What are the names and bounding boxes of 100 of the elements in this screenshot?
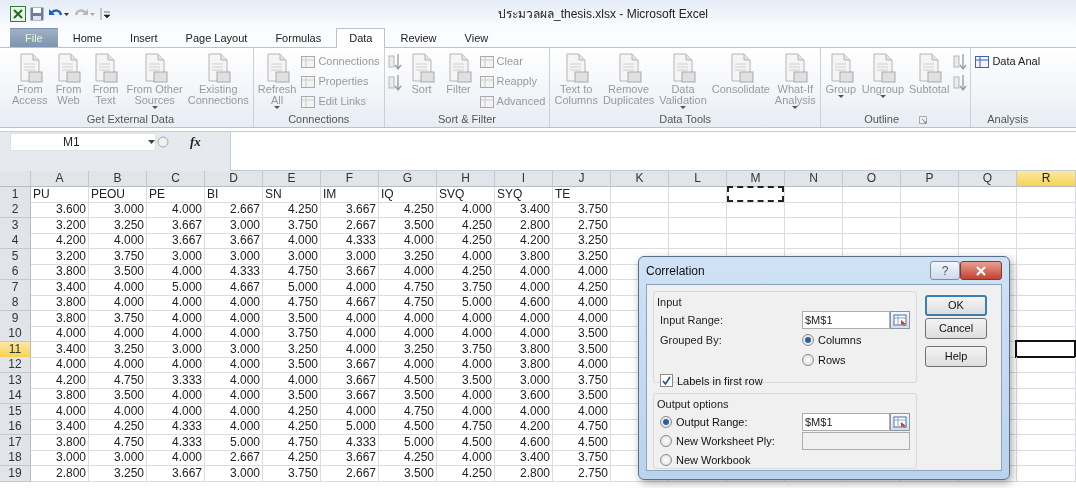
- table-cell: 4.000: [437, 450, 495, 466]
- table-cell: 2.667: [321, 465, 379, 482]
- group-label: Analysis: [987, 112, 1029, 128]
- table-cell: 5.000: [321, 419, 379, 435]
- table-cell: 4.250: [263, 419, 321, 435]
- table-cell: 4.333: [205, 264, 263, 280]
- dialog-button[interactable]: Help: [925, 346, 987, 367]
- help-button[interactable]: ?: [930, 261, 960, 280]
- column-header[interactable]: I: [495, 171, 553, 187]
- column-header[interactable]: D: [205, 171, 263, 187]
- ribbon-tab[interactable]: Data: [336, 28, 386, 48]
- table-cell: 3.667: [147, 465, 205, 482]
- row-header[interactable]: 12: [0, 357, 31, 373]
- table-cell: 4.250: [263, 202, 321, 218]
- insert-function-button[interactable]: fx: [190, 131, 201, 152]
- ribbon-tab[interactable]: Formulas: [262, 28, 335, 47]
- group-label: Sort & Filter: [437, 112, 497, 128]
- column-header[interactable]: F: [321, 171, 379, 187]
- table-cell: 3.000: [205, 217, 263, 234]
- ribbon-tab[interactable]: Home: [59, 28, 116, 47]
- table-cell: 4.000: [89, 295, 147, 311]
- table-cell: 5.000: [379, 434, 437, 451]
- row-header[interactable]: 6: [0, 264, 31, 280]
- table-cell: 3.667: [321, 450, 379, 466]
- row-header[interactable]: 18: [0, 450, 31, 466]
- column-header[interactable]: R: [1017, 171, 1076, 187]
- radio-option[interactable]: Output Range:: [660, 413, 802, 431]
- ribbon-tab[interactable]: View: [451, 28, 502, 47]
- radio-option[interactable]: Rows: [802, 352, 862, 369]
- table-cell: 4.250: [553, 279, 611, 296]
- radio-option[interactable]: New Workbook: [660, 451, 802, 469]
- column-header[interactable]: K: [611, 171, 669, 187]
- radio-option[interactable]: New Worksheet Ply:: [660, 432, 802, 450]
- radio-option[interactable]: Columns: [802, 331, 862, 348]
- output-range-field[interactable]: $M$1: [802, 413, 890, 431]
- row-header[interactable]: 14: [0, 388, 31, 404]
- table-cell: 3.250: [553, 248, 611, 265]
- table-cell: 4.000: [147, 326, 205, 342]
- table-cell: 4.000: [263, 372, 321, 389]
- table-cell: 4.250: [263, 403, 321, 420]
- row-header[interactable]: 10: [0, 326, 31, 342]
- input-range-field[interactable]: $M$1: [802, 311, 890, 329]
- column-header[interactable]: Q: [959, 171, 1017, 187]
- table-cell: 5.000: [437, 295, 495, 311]
- ribbon-tab[interactable]: Insert: [117, 28, 171, 47]
- column-header[interactable]: N: [785, 171, 843, 187]
- column-header[interactable]: P: [901, 171, 959, 187]
- column-header[interactable]: C: [147, 171, 205, 187]
- ribbon-tab[interactable]: Review: [387, 28, 450, 47]
- row-header[interactable]: 8: [0, 295, 31, 311]
- table-cell: TE: [553, 186, 611, 203]
- table-cell: 2.800: [495, 465, 553, 482]
- table-cell: 4.000: [89, 279, 147, 296]
- table-cell: 4.750: [89, 372, 147, 389]
- column-header[interactable]: B: [89, 171, 147, 187]
- table-cell: 4.000: [205, 403, 263, 420]
- row-header[interactable]: 4: [0, 233, 31, 249]
- column-header[interactable]: J: [553, 171, 611, 187]
- column-header[interactable]: O: [843, 171, 901, 187]
- table-cell: 4.500: [553, 434, 611, 451]
- column-header[interactable]: A: [31, 171, 89, 187]
- table-cell: 4.000: [321, 326, 379, 342]
- table-cell: 4.250: [437, 233, 495, 249]
- table-cell: 4.000: [553, 310, 611, 327]
- table-cell: 4.200: [31, 372, 89, 389]
- table-cell: SN: [263, 186, 321, 203]
- table-cell: 3.000: [205, 465, 263, 482]
- table-cell: 4.200: [495, 233, 553, 249]
- table-cell: 3.800: [495, 357, 553, 373]
- table-cell: 4.250: [437, 264, 495, 280]
- checkbox-option[interactable]: Labels in first row: [660, 372, 763, 389]
- column-header[interactable]: E: [263, 171, 321, 187]
- column-header[interactable]: L: [669, 171, 727, 187]
- field-label: Grouped By:: [660, 332, 723, 346]
- column-header[interactable]: H: [437, 171, 495, 187]
- row-header[interactable]: 16: [0, 419, 31, 435]
- table-cell: 4.000: [379, 326, 437, 342]
- table-cell: 3.750: [437, 341, 495, 358]
- table-cell: 4.250: [437, 465, 495, 482]
- table-cell: PE: [147, 186, 205, 203]
- table-cell: 3.400: [495, 450, 553, 466]
- ribbon-button[interactable]: Data Anal: [973, 52, 1043, 71]
- table-cell: 4.000: [495, 326, 553, 342]
- ribbon-tab[interactable]: Page Layout: [172, 28, 261, 47]
- table-cell: 4.500: [379, 372, 437, 389]
- table-cell: 3.667: [321, 264, 379, 280]
- row-header[interactable]: 2: [0, 202, 31, 218]
- table-cell: 2.667: [205, 202, 263, 218]
- column-header[interactable]: G: [379, 171, 437, 187]
- table-cell: 4.000: [205, 388, 263, 404]
- dialog-button[interactable]: OK: [925, 295, 987, 316]
- table-cell: 3.667: [321, 202, 379, 218]
- table-cell: 3.667: [321, 357, 379, 373]
- group-label: Connections: [288, 112, 350, 128]
- dialog-button[interactable]: Cancel: [925, 318, 987, 339]
- name-box[interactable]: M1: [10, 132, 156, 151]
- table-cell: 4.000: [89, 326, 147, 342]
- table-cell: 4.000: [379, 233, 437, 249]
- table-cell: 3.667: [321, 388, 379, 404]
- column-header[interactable]: M: [727, 171, 785, 187]
